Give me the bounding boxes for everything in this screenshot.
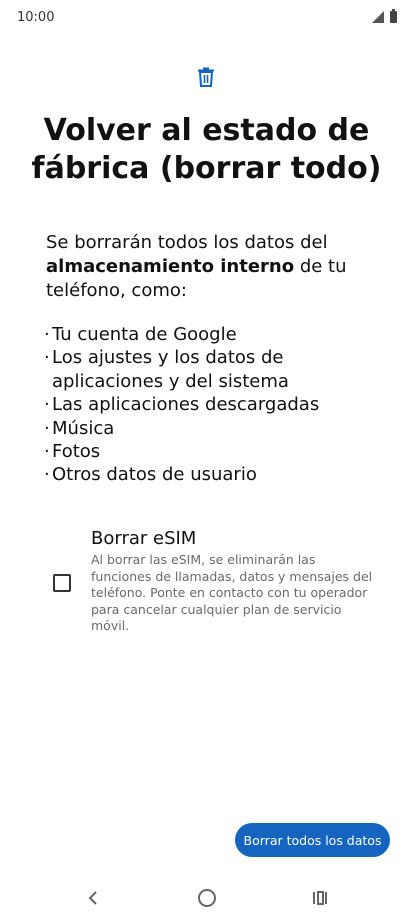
description: Se borrarán todos los datos del almacena… <box>46 231 383 303</box>
list-item: Fotos <box>44 440 393 464</box>
erase-esim-checkbox[interactable] <box>53 574 71 592</box>
battery-icon <box>390 9 397 23</box>
list-item: Tu cuenta de Google <box>44 323 393 347</box>
erase-all-data-button[interactable]: Borrar todos los datos <box>235 823 390 857</box>
list-item: Los ajustes y los datos de aplicaciones … <box>44 346 393 393</box>
list-item: Las aplicaciones descargadas <box>44 393 393 417</box>
data-list: Tu cuenta de Google Los ajustes y los da… <box>44 323 393 487</box>
status-icons <box>372 9 397 23</box>
recents-icon[interactable] <box>312 890 328 906</box>
status-time: 10:00 <box>17 10 55 25</box>
description-bold: almacenamiento interno <box>46 256 295 277</box>
home-icon[interactable] <box>198 889 216 907</box>
list-item: Música <box>44 417 393 441</box>
list-item: Otros datos de usuario <box>44 463 393 487</box>
signal-icon <box>372 11 384 23</box>
erase-esim-title: Borrar eSIM <box>91 528 197 549</box>
erase-esim-description: Al borrar las eSIM, se eliminarán las fu… <box>91 552 373 633</box>
status-bar: 10:00 <box>0 0 413 36</box>
page-title: Volver al estado de fábrica (borrar todo… <box>31 113 382 186</box>
back-icon[interactable] <box>86 890 100 906</box>
navigation-bar <box>0 878 413 920</box>
description-prefix: Se borrarán todos los datos del <box>46 232 328 253</box>
trash-icon <box>198 67 214 87</box>
